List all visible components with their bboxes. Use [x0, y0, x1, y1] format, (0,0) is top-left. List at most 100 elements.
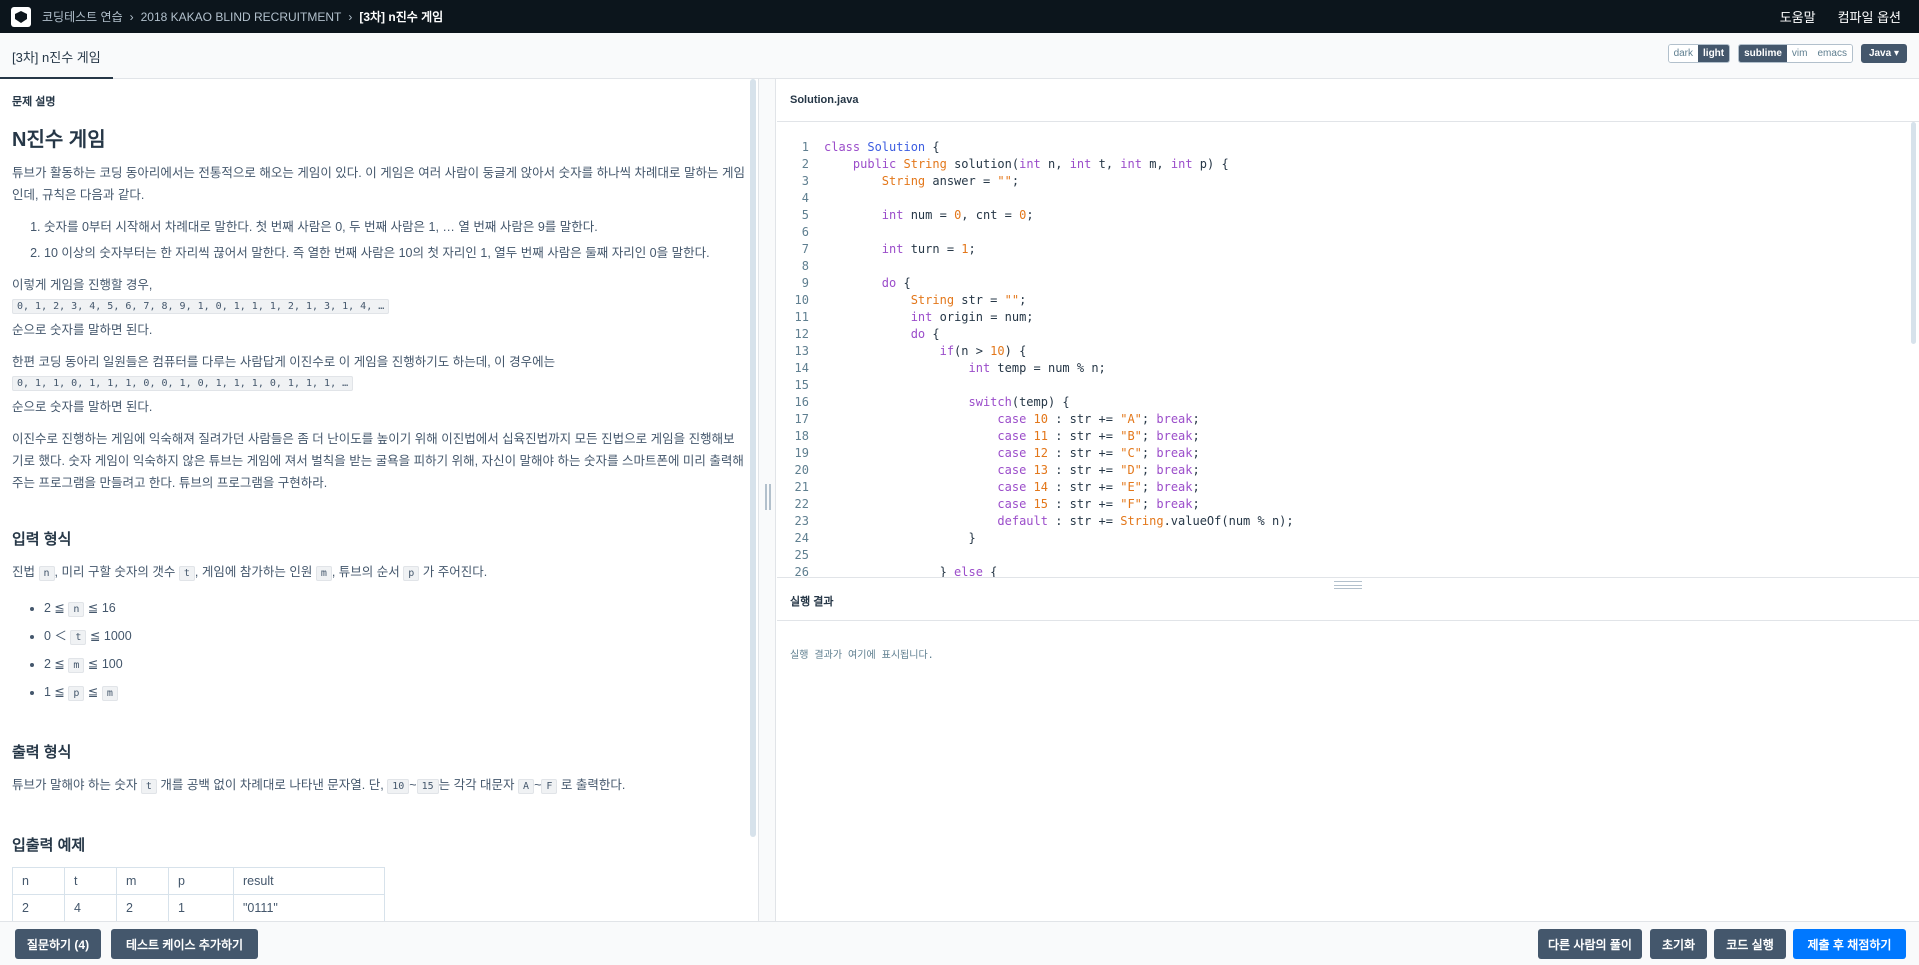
line-number: 6 — [801, 225, 809, 239]
run-code-button[interactable]: 코드 실행 — [1714, 929, 1786, 959]
code-line: int temp = num % n; — [968, 361, 1106, 375]
table-row: 2 4 2 1 "0111" — [12, 894, 385, 921]
others-solutions-button[interactable]: 다른 사람의 풀이 — [1538, 929, 1642, 959]
code-line: String str = ""; — [910, 293, 1027, 307]
editor-scrollbar[interactable] — [1911, 122, 1916, 344]
problem-title: N진수 게임 — [12, 129, 106, 151]
example-sequence-decimal: 0, 1, 2, 3, 4, 5, 6, 7, 8, 9, 1, 0, 1, 1… — [12, 299, 390, 314]
code-line: int turn = 1; — [881, 242, 976, 256]
chevron-right-icon: › — [129, 9, 134, 24]
caret-down-icon: ▾ — [1893, 48, 1899, 59]
result-title: 실행 결과 — [790, 596, 834, 608]
constraint-item: 2 ≦ m ≦ 100 — [44, 651, 746, 679]
code-line: do { — [910, 327, 940, 341]
table-header: n — [12, 867, 65, 895]
breadcrumb: 코딩테스트 연습 › 2018 KAKAO BLIND RECRUITMENT … — [42, 8, 443, 25]
drag-grip-icon — [765, 484, 771, 510]
line-number: 24 — [794, 531, 809, 545]
example-sequence-binary: 0, 1, 1, 0, 1, 1, 1, 0, 0, 1, 0, 1, 1, 1… — [12, 376, 354, 391]
code-line: do { — [881, 276, 911, 290]
table-header: p — [168, 867, 234, 895]
line-number: 5 — [801, 208, 809, 222]
code-line: } else { — [824, 565, 998, 577]
rules-list: 숫자를 0부터 시작해서 차례대로 말한다. 첫 번째 사람은 0, 두 번째 … — [44, 214, 746, 266]
code-line: case 14 : str += "E"; break; — [997, 480, 1200, 494]
table-header-row: n t m p result — [12, 867, 385, 895]
keymap-vim-button[interactable]: vim — [1786, 45, 1813, 62]
line-number: 10 — [794, 293, 809, 307]
line-number: 9 — [801, 276, 809, 290]
problem-scrollbar[interactable] — [750, 79, 756, 837]
table-cell: 4 — [64, 894, 117, 921]
breadcrumb-item-current: [3차] n진수 게임 — [359, 10, 444, 24]
example-tail: 순으로 숫자를 말하면 된다. — [12, 323, 153, 337]
line-number: 15 — [794, 378, 809, 392]
line-number: 3 — [801, 174, 809, 188]
line-number: 1 — [801, 140, 809, 154]
line-number: 21 — [794, 480, 809, 494]
example-lead: 한편 코딩 동아리 일원들은 컴퓨터를 다루는 사람답게 이진수로 이 게임을 … — [12, 355, 556, 369]
keymap-sublime-button[interactable]: sublime — [1739, 45, 1787, 62]
code-line: if(n > 10) { — [939, 344, 1027, 358]
breadcrumb-item-kakao[interactable]: 2018 KAKAO BLIND RECRUITMENT — [141, 10, 342, 24]
top-navbar: 코딩테스트 연습 › 2018 KAKAO BLIND RECRUITMENT … — [0, 0, 1919, 33]
panel-resize-handle[interactable] — [758, 79, 776, 921]
result-placeholder: 실행 결과가 여기에 표시됩니다. — [790, 650, 934, 661]
theme-dark-button[interactable]: dark — [1668, 45, 1699, 62]
add-testcase-button[interactable]: 테스트 케이스 추가하기 — [111, 929, 258, 959]
code-line: default : str += String.valueOf(num % n)… — [997, 514, 1294, 528]
line-number: 12 — [794, 327, 809, 341]
ask-question-button[interactable]: 질문하기 (4) — [15, 929, 101, 959]
example-lead: 이렇게 게임을 진행할 경우, — [12, 278, 153, 292]
examples-title: 입출력 예제 — [12, 837, 86, 854]
code-line: case 13 : str += "D"; break; — [997, 463, 1200, 477]
theme-toggle: dark light — [1667, 44, 1731, 63]
submit-button[interactable]: 제출 후 채점하기 — [1793, 929, 1906, 959]
editor-filename: Solution.java — [790, 94, 859, 106]
code-line: String answer = ""; — [881, 174, 1020, 188]
code-line: case 10 : str += "A"; break; — [997, 412, 1200, 426]
reset-button[interactable]: 초기화 — [1650, 929, 1707, 959]
table-cell: 2 — [12, 894, 65, 921]
help-link[interactable]: 도움말 — [1780, 7, 1816, 26]
line-number: 25 — [794, 548, 809, 562]
table-cell: 2 — [116, 894, 169, 921]
line-number: 11 — [794, 310, 809, 324]
line-number: 20 — [794, 463, 809, 477]
result-resize-handle[interactable] — [1334, 581, 1362, 589]
editor-header: Solution.java — [777, 79, 1919, 122]
language-select[interactable]: Java ▾ — [1860, 44, 1907, 63]
tab-problem[interactable]: [3차] n진수 게임 — [0, 33, 113, 79]
code-line: class Solution { — [824, 140, 940, 154]
line-number: 23 — [794, 514, 809, 528]
problem-intro: 튜브가 활동하는 코딩 동아리에서는 전통적으로 해오는 게임이 있다. 이 게… — [12, 166, 745, 202]
keymap-emacs-button[interactable]: emacs — [1812, 45, 1852, 62]
output-format-desc: 튜브가 말해야 하는 숫자 t 개를 공백 없이 차례대로 나타낸 문자열. 단… — [12, 778, 626, 794]
code-line: switch(temp) { — [968, 395, 1070, 409]
language-label: Java — [1868, 48, 1892, 59]
line-number: 14 — [794, 361, 809, 375]
code-editor[interactable]: 1 2 3 4 5 6 7 8 9 10 11 12 13 14 15 16 17 18 19 20 21 22 23 24 2… — [777, 122, 1919, 577]
line-number: 19 — [794, 446, 809, 460]
section-label: 문제 설명 — [12, 96, 56, 108]
code-line: case 11 : str += "B"; break; — [997, 429, 1200, 443]
code-line: case 12 : str += "C"; break; — [997, 446, 1200, 460]
constraints-list: 2 ≦ n ≦ 16 0 ＜ t ≦ 1000 2 ≦ m ≦ 100 1 ≦ … — [44, 595, 746, 707]
constraint-item: 0 ＜ t ≦ 1000 — [44, 623, 746, 651]
programmers-logo-icon[interactable] — [11, 6, 31, 27]
problem-panel: 문제 설명 N진수 게임 튜브가 활동하는 코딩 동아리에서는 전통적으로 해오… — [0, 79, 758, 921]
examples-table: n t m p result 2 4 2 1 "0111" — [12, 867, 385, 921]
code-line: public String solution(int n, int t, int… — [852, 157, 1229, 171]
line-number: 17 — [794, 412, 809, 426]
theme-light-button[interactable]: light — [1698, 45, 1730, 62]
line-number: 26 — [794, 565, 809, 577]
table-header: m — [116, 867, 169, 895]
compile-options-link[interactable]: 컴파일 옵션 — [1838, 7, 1901, 26]
input-format-title: 입력 형식 — [12, 531, 72, 548]
example-tail: 순으로 숫자를 말하면 된다. — [12, 400, 153, 414]
line-number: 18 — [794, 429, 809, 443]
breadcrumb-item-practice[interactable]: 코딩테스트 연습 — [42, 8, 123, 25]
line-number: 22 — [794, 497, 809, 511]
chevron-right-icon: › — [348, 9, 353, 24]
rule-item: 숫자를 0부터 시작해서 차례대로 말한다. 첫 번째 사람은 0, 두 번째 … — [44, 214, 746, 240]
